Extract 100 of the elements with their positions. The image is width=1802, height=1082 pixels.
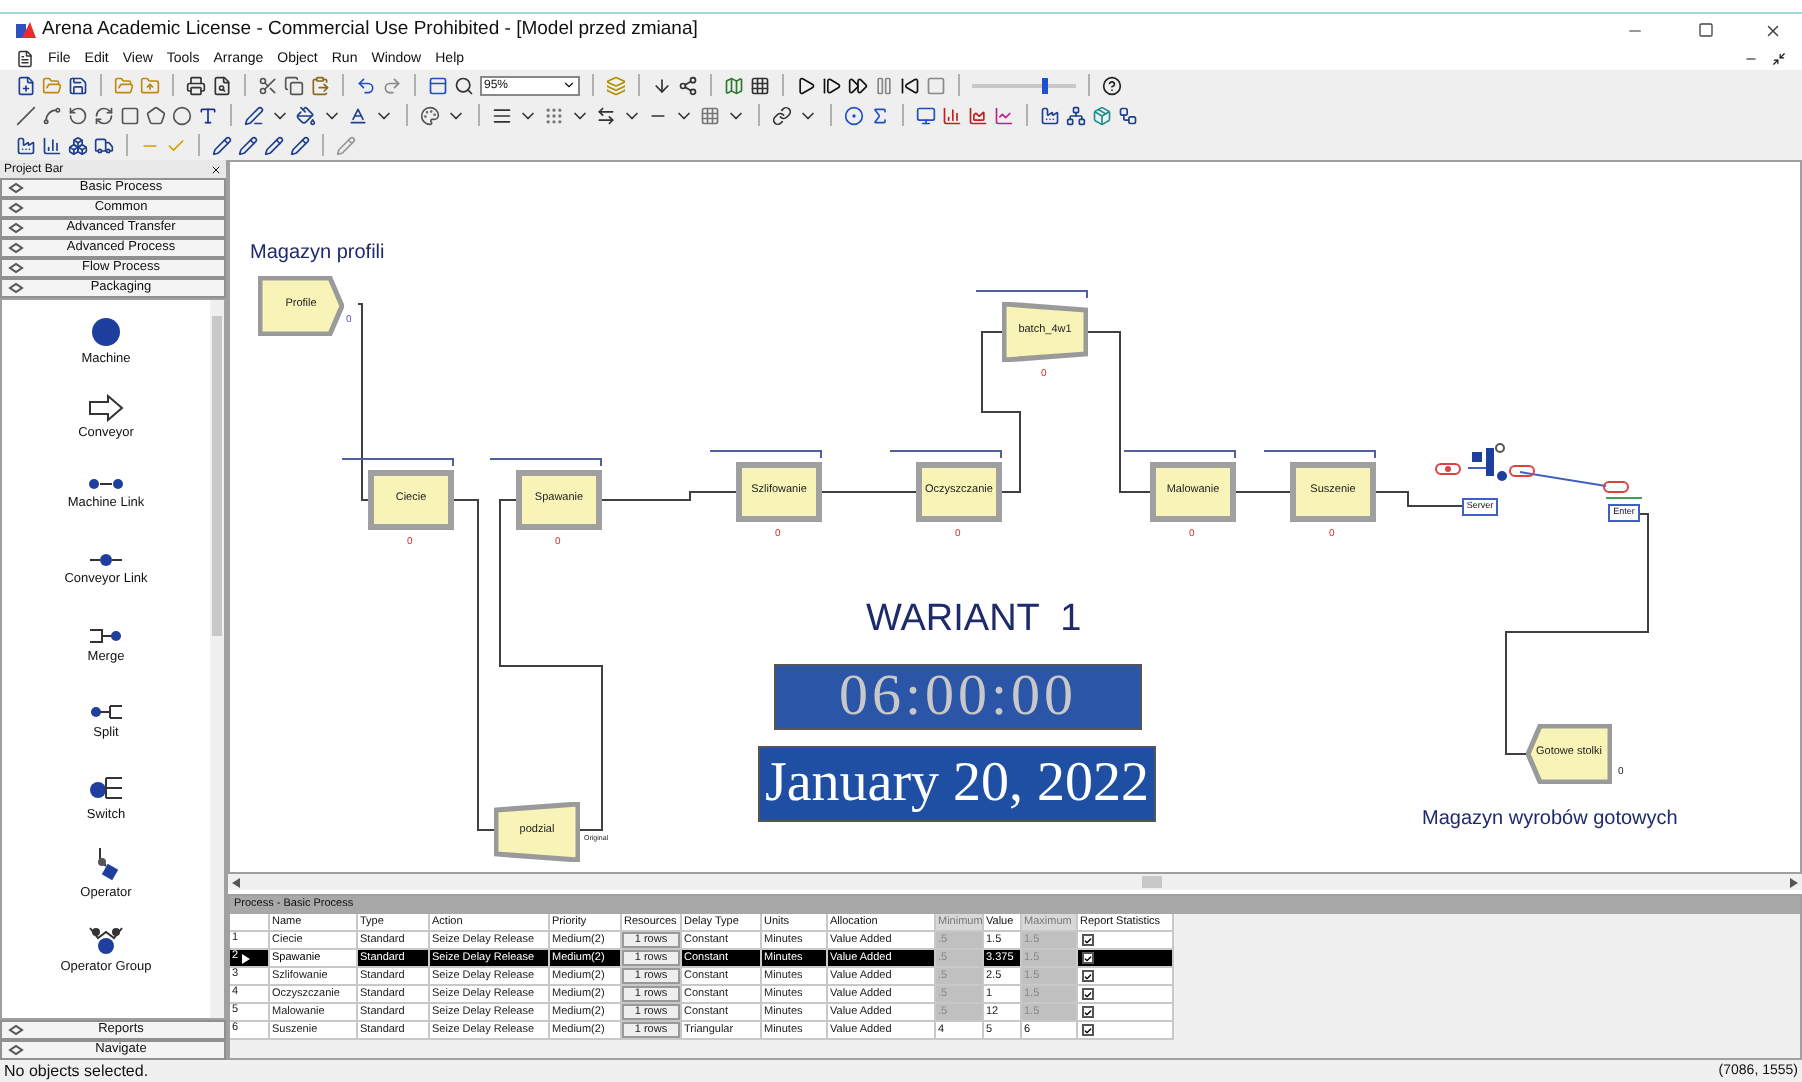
queue-line [1605,497,1643,499]
checkbox[interactable] [1082,988,1094,1000]
variable-icon[interactable] [870,105,890,125]
text-color-icon[interactable] [348,105,368,125]
line-color-icon[interactable] [244,105,264,125]
module-icon[interactable] [86,924,126,957]
module-icon[interactable] [88,476,124,493]
scroll-left-icon[interactable] [232,877,240,887]
module-icon[interactable] [89,316,122,349]
checkbox[interactable] [1082,1024,1094,1036]
pencil-icon[interactable] [290,135,310,155]
polyline-icon[interactable] [42,105,62,125]
scrollbar[interactable] [210,300,224,1018]
display-icon[interactable] [916,105,936,125]
line-style-icon[interactable] [544,105,564,125]
horizontal-scrollbar[interactable] [228,874,1802,890]
station-icon[interactable] [16,135,36,155]
layers-icon[interactable] [606,75,626,95]
boxes-icon[interactable] [68,135,88,155]
pencil-icon[interactable] [238,135,258,155]
map-icon[interactable] [724,75,744,95]
checkbox[interactable] [1082,934,1094,946]
pencil-icon[interactable] [212,135,232,155]
printer-icon[interactable] [186,75,206,95]
pencil-icon[interactable] [264,135,284,155]
variant-label: WARIANT 1 [866,600,1082,638]
module-icon[interactable] [87,394,124,423]
route-icon[interactable] [1066,105,1086,125]
connect-icon[interactable] [678,75,698,95]
folder-up-icon[interactable] [140,75,160,95]
redo-icon[interactable] [382,75,402,95]
station-icon[interactable] [1040,105,1060,125]
rectangle-icon[interactable] [120,105,140,125]
connector-line[interactable] [1505,513,1649,755]
print-preview-icon[interactable] [212,75,232,95]
step-icon[interactable] [822,75,842,95]
queue-line [342,458,454,466]
connector-line[interactable] [453,499,495,831]
arc-icon[interactable] [68,105,88,125]
module-icon[interactable] [88,626,124,647]
header-corner-cell [230,914,270,932]
rewind-icon[interactable] [900,75,920,95]
check-icon[interactable] [166,135,186,155]
chart-icon[interactable] [42,135,62,155]
close-icon[interactable] [210,163,222,175]
checkbox[interactable] [1082,1006,1094,1018]
cut-icon[interactable] [258,75,278,95]
maximize-icon[interactable] [1698,22,1714,38]
close-icon[interactable] [1764,21,1782,39]
polygon-icon[interactable] [146,105,166,125]
arrow-style-icon[interactable] [596,105,616,125]
plot-icon[interactable] [994,105,1014,125]
queue-line [890,450,1002,458]
ellipse-icon[interactable] [172,105,192,125]
connector-line[interactable] [357,303,369,501]
new-file-icon[interactable] [16,75,36,95]
dot-icon[interactable] [844,105,864,125]
fill-pattern-icon[interactable] [700,105,720,125]
connector-line[interactable] [499,499,603,831]
module-icon[interactable] [88,772,124,805]
checkbox[interactable] [1082,952,1094,964]
line-width-icon[interactable] [492,105,512,125]
segment-icon[interactable] [1118,105,1138,125]
route-line[interactable] [1519,471,1607,487]
scroll-thumb[interactable] [1142,876,1162,888]
line-icon[interactable] [16,105,36,125]
area-title: Magazyn wyrobów gotowych [1422,806,1678,834]
connector-line[interactable] [1375,491,1463,507]
open-folder-icon[interactable] [114,75,134,95]
connector-line[interactable] [1087,331,1151,493]
queue-line [1124,450,1236,458]
zoom-icon[interactable] [454,75,474,95]
module-icon[interactable] [88,552,124,569]
help-icon[interactable] [1102,75,1122,95]
text-icon[interactable] [198,105,218,125]
paste-icon[interactable] [310,75,330,95]
scroll-right-icon[interactable] [1790,877,1798,887]
checkbox[interactable] [1082,970,1094,982]
document-icon[interactable] [16,49,34,67]
speed-slider[interactable] [972,77,1076,93]
histogram-icon[interactable] [968,105,988,125]
connector-line[interactable] [601,491,737,501]
truck-icon[interactable] [94,135,114,155]
undo-icon[interactable] [356,75,376,95]
server-drawing[interactable] [1467,443,1507,481]
module-icon[interactable] [88,702,124,723]
copy-icon[interactable] [284,75,304,95]
play-icon[interactable] [796,75,816,95]
fill-color-icon[interactable] [296,105,316,125]
window-icon[interactable] [428,75,448,95]
clock-display: 06:00:00 [774,664,1142,730]
save-icon[interactable] [68,75,88,95]
bar-chart-icon[interactable] [942,105,962,125]
link-icon[interactable] [772,105,792,125]
arrow-down-icon[interactable] [652,75,672,95]
palette-icon[interactable] [420,105,440,125]
restore-icon[interactable] [1772,51,1786,65]
fast-forward-icon[interactable] [848,75,868,95]
curve-icon[interactable] [94,105,114,125]
grid-icon[interactable] [750,75,770,95]
